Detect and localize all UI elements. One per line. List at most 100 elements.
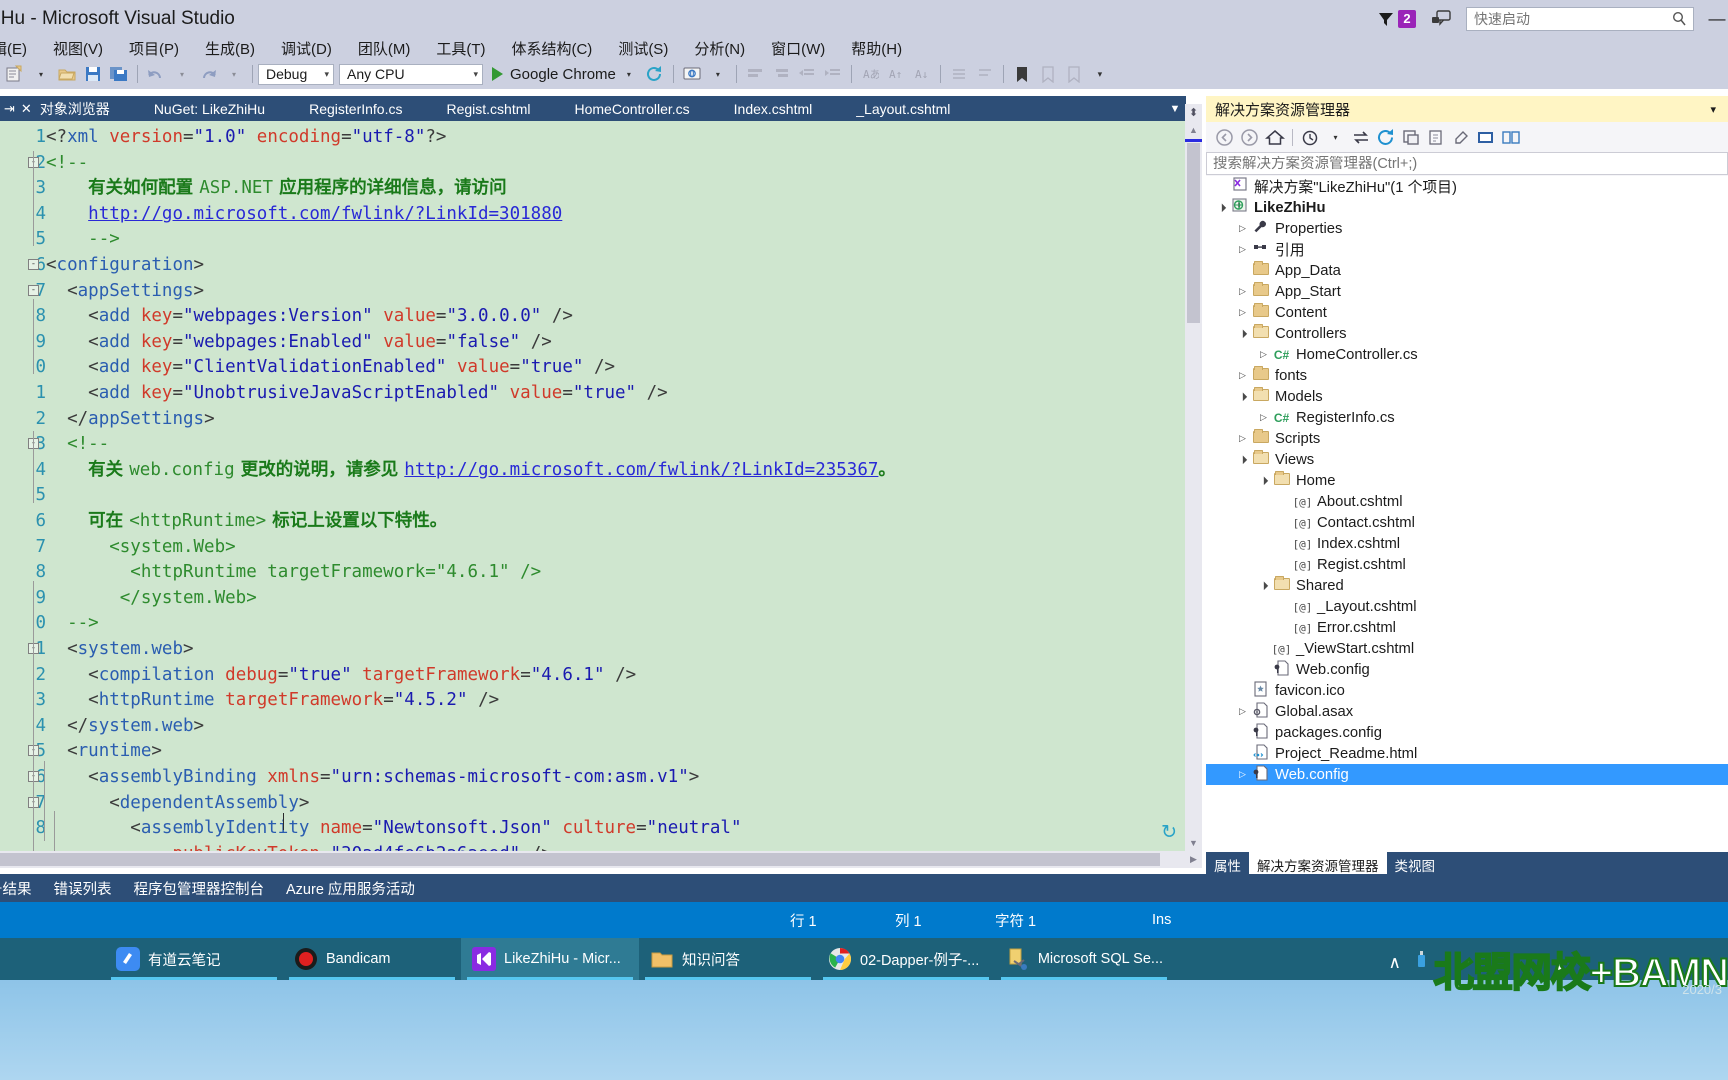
reload-browser-icon[interactable] xyxy=(642,62,668,86)
notification-count-badge[interactable]: 2 xyxy=(1398,10,1416,28)
tree-item[interactable]: ▷ Content xyxy=(1206,302,1728,323)
code-token[interactable]: http://go.microsoft.com/fwlink/?LinkId=2… xyxy=(404,460,878,480)
quick-launch-box[interactable] xyxy=(1466,7,1694,31)
undo-icon[interactable] xyxy=(143,62,169,86)
bookmark-prev-icon[interactable] xyxy=(1061,62,1087,86)
horizontal-scroll-thumb[interactable] xyxy=(0,853,1160,866)
feedback-icon[interactable] xyxy=(1430,9,1452,29)
browser-link-icon[interactable] xyxy=(679,62,705,86)
taskbar-item-5[interactable]: 02-Dapper-例子-... xyxy=(817,938,995,980)
solution-configuration-combo[interactable]: Debug ▾ xyxy=(258,63,334,85)
undo-dropdown-icon[interactable]: ▾ xyxy=(169,62,195,86)
menu-item-4[interactable]: 生成(B) xyxy=(192,35,268,62)
start-debugging-button[interactable]: Google Chrome xyxy=(488,66,616,83)
tree-item[interactable]: ◢ Models xyxy=(1206,386,1728,407)
new-project-dropdown-icon[interactable]: ▾ xyxy=(28,62,54,86)
expand-triangle-icon[interactable]: ▷ xyxy=(1235,223,1250,234)
tree-item[interactable]: ▷ Properties xyxy=(1206,218,1728,239)
editor-vertical-scrollbar[interactable]: ▲ ▼ xyxy=(1185,121,1202,851)
preview-selected-items-icon[interactable] xyxy=(1473,125,1498,149)
expand-triangle-icon[interactable]: ▷ xyxy=(1256,412,1271,423)
output-tab-3[interactable]: 程序包管理器控制台 xyxy=(123,878,276,899)
find-next-icon[interactable]: A↑ xyxy=(883,62,909,86)
expand-triangle-icon[interactable]: ▷ xyxy=(1235,286,1250,297)
browser-link-dropdown-icon[interactable]: ▾ xyxy=(705,62,731,86)
document-tab-4[interactable]: Regist.cshtml xyxy=(424,98,552,120)
document-tab-5[interactable]: HomeController.cs xyxy=(553,98,712,120)
toolbar-overflow-icon[interactable]: ▾ xyxy=(1087,62,1113,86)
tree-item[interactable]: ◢ LikeZhiHu xyxy=(1206,197,1728,218)
comment-selection-icon[interactable] xyxy=(742,62,768,86)
tree-item[interactable]: ▷ C# RegisterInfo.cs xyxy=(1206,407,1728,428)
tree-item[interactable]: Web.config xyxy=(1206,659,1728,680)
tree-item[interactable]: ▷ Scripts xyxy=(1206,428,1728,449)
pin-tab-icon[interactable]: ⇥ xyxy=(0,101,19,117)
tab-overflow-button[interactable]: ▼ xyxy=(1164,96,1186,121)
expand-triangle-icon[interactable]: ▷ xyxy=(1235,433,1250,444)
usb-icon[interactable] xyxy=(1415,950,1428,975)
tree-item[interactable]: [@] About.cshtml xyxy=(1206,491,1728,512)
panel-tab-3[interactable]: 类视图 xyxy=(1387,852,1444,874)
tree-item[interactable]: ▷ fonts xyxy=(1206,365,1728,386)
view-code-icon[interactable] xyxy=(1498,125,1523,149)
collapse-triangle-icon[interactable]: ◢ xyxy=(1234,388,1251,405)
show-all-files-icon[interactable] xyxy=(1423,125,1448,149)
fold-toggle[interactable]: - xyxy=(28,284,39,296)
menu-item-7[interactable]: 工具(T) xyxy=(423,35,498,62)
scroll-up-button[interactable]: ▲ xyxy=(1185,121,1202,138)
document-tab-2[interactable]: NuGet: LikeZhiHu xyxy=(132,98,287,120)
editor-refresh-icon[interactable]: ↻ xyxy=(1161,821,1177,844)
collapse-triangle-icon[interactable]: ◢ xyxy=(1213,199,1230,216)
bookmark-icon[interactable] xyxy=(1009,62,1035,86)
scroll-down-button[interactable]: ▼ xyxy=(1185,834,1202,851)
tree-item[interactable]: ◢ Views xyxy=(1206,449,1728,470)
collapse-triangle-icon[interactable]: ◢ xyxy=(1255,577,1272,594)
panel-tab-1[interactable]: 属性 xyxy=(1206,852,1249,874)
menu-item-10[interactable]: 分析(N) xyxy=(681,35,758,62)
save-icon[interactable] xyxy=(80,62,106,86)
taskbar-item-4[interactable]: 知识问答 xyxy=(639,938,817,980)
redo-icon[interactable] xyxy=(195,62,221,86)
expand-triangle-icon[interactable]: ▷ xyxy=(1235,769,1250,780)
tree-item[interactable]: [@] Error.cshtml xyxy=(1206,617,1728,638)
vertical-scroll-thumb[interactable] xyxy=(1187,143,1200,323)
menu-item-11[interactable]: 窗口(W) xyxy=(758,35,838,62)
forward-arrow-icon[interactable] xyxy=(1237,125,1262,149)
expand-triangle-icon[interactable]: ▷ xyxy=(1235,307,1250,318)
decrease-indent-icon[interactable] xyxy=(794,62,820,86)
tree-item[interactable]: ◢ Controllers xyxy=(1206,323,1728,344)
editor-horizontal-scrollbar[interactable]: ▶ xyxy=(0,851,1202,868)
solution-tree[interactable]: 解决方案"LikeZhiHu"(1 个项目) ◢ LikeZhiHu ▷ Propert… xyxy=(1206,176,1728,852)
menu-item-6[interactable]: 团队(M) xyxy=(345,35,424,62)
solution-search-input[interactable] xyxy=(1207,155,1727,172)
collapse-all-icon[interactable] xyxy=(1398,125,1423,149)
expand-triangle-icon[interactable]: ▷ xyxy=(1235,706,1250,717)
minimize-button[interactable]: — xyxy=(1706,9,1728,29)
fold-toggle[interactable]: - xyxy=(28,259,39,270)
properties-icon[interactable] xyxy=(1448,125,1473,149)
tree-item[interactable]: App_Data xyxy=(1206,260,1728,281)
editor-splitter-handle[interactable]: ⬍ xyxy=(1185,104,1202,121)
tree-item[interactable]: ▷ Global.asax xyxy=(1206,701,1728,722)
menu-item-3[interactable]: 项目(P) xyxy=(116,35,192,62)
list-icon-1[interactable] xyxy=(946,62,972,86)
document-tab-6[interactable]: Index.cshtml xyxy=(712,98,835,120)
notification-flag-icon[interactable] xyxy=(1376,9,1396,29)
menu-item-9[interactable]: 测试(S) xyxy=(605,35,681,62)
bookmark-next-icon[interactable] xyxy=(1035,62,1061,86)
tray-chevron-icon[interactable]: ∧ xyxy=(1389,953,1401,973)
run-dropdown-icon[interactable]: ▾ xyxy=(616,62,642,86)
menu-item-2[interactable]: 视图(V) xyxy=(40,35,116,62)
output-tab-4[interactable]: Azure 应用服务活动 xyxy=(275,878,426,899)
output-tab-1[interactable]: 号结果 xyxy=(0,878,43,899)
panel-menu-icon[interactable]: ▾ xyxy=(1704,103,1722,116)
quick-launch-input[interactable] xyxy=(1474,11,1664,27)
scroll-right-button[interactable]: ▶ xyxy=(1185,851,1202,868)
tree-item[interactable]: Project_Readme.html xyxy=(1206,743,1728,764)
expand-triangle-icon[interactable]: ▷ xyxy=(1256,349,1271,360)
save-all-icon[interactable] xyxy=(106,62,132,86)
menu-item-8[interactable]: 体系结构(C) xyxy=(498,35,605,62)
collapse-triangle-icon[interactable]: ◢ xyxy=(1255,472,1272,489)
menu-item-1[interactable]: 辑(E) xyxy=(0,35,40,62)
document-tab-1[interactable]: 对象浏览器 xyxy=(40,96,132,122)
